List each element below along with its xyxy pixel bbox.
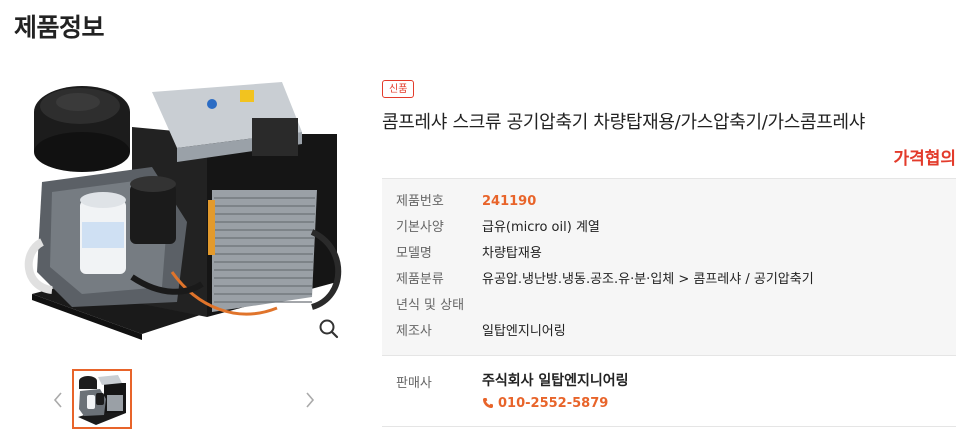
compressor-unit-image [24, 82, 342, 340]
page-title: 제품정보 [14, 13, 105, 42]
spec-table: 제품번호 241190 기본사양 급유(micro oil) 계열 모델명 차량… [382, 178, 956, 356]
spec-label: 제품분류 [396, 272, 444, 287]
divider [382, 426, 956, 427]
product-name: 콤프레샤 스크류 공기압축기 차량탑재용/가스압축기/가스콤프레샤 [382, 112, 866, 133]
spec-label: 제품번호 [396, 194, 444, 209]
spec-label: 년식 및 상태 [396, 298, 465, 313]
spec-value: 일탑엔지니어링 [482, 324, 566, 339]
price-label: 가격협의 [893, 149, 956, 169]
phone-icon [482, 397, 494, 413]
chevron-left-icon[interactable] [50, 388, 66, 412]
spec-label: 모델명 [396, 246, 432, 261]
spec-value: 차량탑재용 [482, 246, 542, 261]
thumbnail-image[interactable] [72, 369, 132, 429]
seller-phone-number: 010-2552-5879 [498, 396, 609, 411]
seller-label: 판매사 [396, 376, 432, 391]
spec-label: 기본사양 [396, 220, 444, 235]
seller-phone-link[interactable]: 010-2552-5879 [482, 396, 608, 413]
seller-name: 주식회사 일탑엔지니어링 [482, 373, 629, 389]
spec-value: 241190 [482, 194, 537, 209]
spec-value: 유공압.냉난방.냉동.공조.유·분·입체 > 콤프레샤 / 공기압축기 [482, 272, 814, 287]
condition-badge: 신품 [382, 80, 415, 98]
magnifier-icon[interactable] [318, 318, 340, 340]
spec-label: 제조사 [396, 324, 432, 339]
spec-value: 급유(micro oil) 계열 [482, 220, 600, 235]
product-main-image[interactable] [12, 72, 352, 344]
chevron-right-icon[interactable] [302, 388, 318, 412]
